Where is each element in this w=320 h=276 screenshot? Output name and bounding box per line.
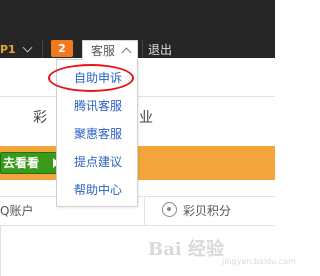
shell-points-link[interactable]: 彩贝积分 [183,204,231,218]
go-see-button[interactable]: 去看看 [0,152,62,174]
menu-item-help-center[interactable]: 帮助中心 [57,179,139,201]
menu-item-juhui-service[interactable]: 聚惠客服 [57,123,139,145]
watermark-url: jingyan.baidu.com [222,257,296,266]
category-tab-label[interactable]: 彩 [33,110,47,126]
chevron-up-icon [121,47,132,58]
divider [0,226,1,276]
notification-badge[interactable]: 2 [51,40,73,57]
category-tab-label[interactable]: 业 [139,110,153,126]
chevron-down-icon[interactable] [22,42,33,53]
logout-link[interactable]: 退出 [148,43,172,57]
go-see-label: 去看看 [3,156,40,170]
menu-item-suggestion[interactable]: 提点建议 [57,151,139,173]
divider [142,40,143,58]
customer-service-menu-button[interactable]: 客服 [82,40,138,60]
customer-service-label: 客服 [91,44,116,58]
divider [144,196,145,226]
baidu-watermark: Bai 经验 [148,239,224,260]
menu-item-tencent-service[interactable]: 腾讯客服 [57,95,139,117]
shell-points-icon [162,202,177,217]
user-level-label[interactable]: P1 [0,43,16,57]
qq-account-link[interactable]: Q账户 [0,204,33,218]
divider [42,40,43,58]
highlight-ring [48,64,134,92]
